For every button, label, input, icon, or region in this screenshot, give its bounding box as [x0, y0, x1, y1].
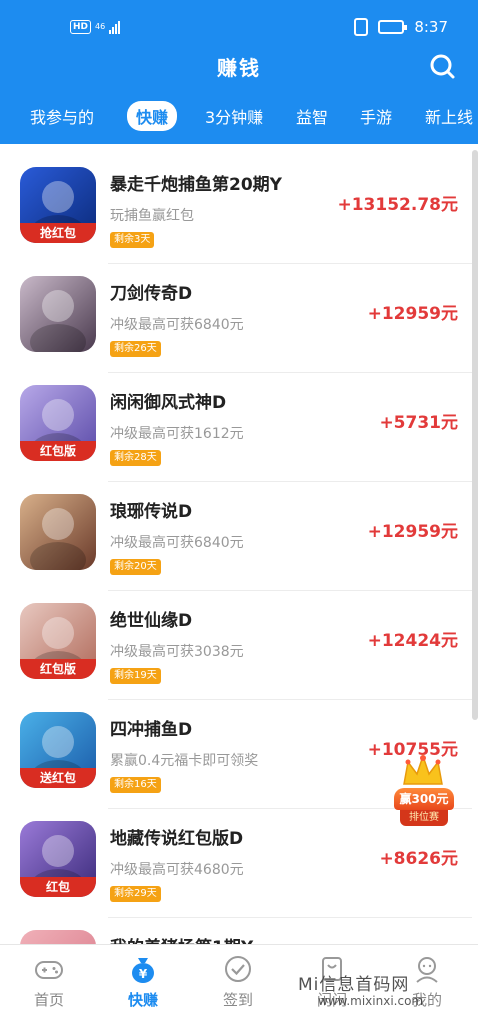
game-row[interactable]: 琅琊传说D 冲级最高可获6840元 剩余20天 +12959元	[0, 482, 472, 591]
shikigami-game-icon: 红包版	[20, 385, 96, 461]
svg-text:¥: ¥	[139, 967, 148, 981]
icon-ribbon: 红包版	[20, 659, 96, 679]
scrollbar[interactable]	[472, 150, 478, 720]
reward-amount: +12959元	[367, 522, 458, 542]
game-description: 冲级最高可获4680元	[110, 862, 244, 878]
game-name: 地藏传说红包版D	[110, 829, 244, 849]
icon-ribbon: 送红包	[20, 768, 96, 788]
signal-icon	[109, 20, 121, 34]
days-remaining-badge: 剩余20天	[110, 559, 161, 575]
tab-mobile-games[interactable]: 手游	[360, 104, 392, 128]
game-description: 冲级最高可获1612元	[110, 426, 244, 442]
icon-ribbon: 抢红包	[20, 223, 96, 243]
game-row[interactable]: 红包版 闲闲御风式神D 冲级最高可获1612元 剩余28天 +5731元	[0, 373, 472, 482]
shark-game-icon: 送红包	[20, 712, 96, 788]
nav-checkin-label: 签到	[222, 991, 253, 1009]
game-name: 闲闲御风式神D	[110, 393, 227, 413]
search-icon	[430, 54, 455, 79]
game-name: 刀剑传奇D	[110, 284, 193, 304]
gamepad-icon	[35, 961, 63, 979]
nav-quick-earn-label: 快赚	[127, 991, 158, 1009]
game-row[interactable]: 我的养猪场第1期Y	[0, 918, 472, 945]
reward-amount: +12959元	[367, 304, 458, 324]
watermark-title: Mi信息首码网	[298, 975, 410, 995]
game-row[interactable]: 刀剑传奇D 冲级最高可获6840元 剩余26天 +12959元	[0, 264, 472, 373]
days-remaining-badge: 剩余16天	[110, 777, 161, 793]
checkmark-icon	[225, 956, 251, 982]
status-bar: HD 46 8:37	[0, 14, 478, 44]
game-name: 四冲捕鱼D	[110, 720, 193, 740]
game-description: 冲级最高可获3038元	[110, 644, 244, 660]
game-name: 暴走千炮捕鱼第20期Y	[110, 175, 282, 195]
days-remaining-badge: 剩余19天	[110, 668, 161, 684]
game-row[interactable]: 红包版 绝世仙缘D 冲级最高可获3038元 剩余19天 +12424元	[0, 591, 472, 700]
game-description: 冲级最高可获6840元	[110, 535, 244, 551]
battery-icon	[378, 20, 408, 34]
game-row[interactable]: 抢红包 暴走千炮捕鱼第20期Y 玩捕鱼赢红包 剩余3天 +13152.78元	[0, 155, 472, 264]
hd-indicator: HD	[70, 20, 92, 34]
icon-ribbon: 红包版	[20, 441, 96, 461]
reward-amount: +13152.78元	[337, 195, 458, 215]
game-name: 绝世仙缘D	[110, 611, 193, 631]
page-title: 赚钱	[217, 56, 261, 80]
nav-checkin[interactable]: 签到	[203, 953, 273, 1010]
reward-amount: +8626元	[379, 849, 458, 869]
prize-amount: 赢300元	[394, 788, 454, 810]
legend-game-icon	[20, 494, 96, 570]
network-type: 46	[95, 22, 106, 31]
nav-quick-earn[interactable]: ¥ 快赚	[108, 953, 178, 1010]
game-description: 累赢0.4元福卡即可领奖	[110, 753, 259, 769]
days-remaining-badge: 剩余29天	[110, 886, 161, 902]
ranking-label: 排位赛	[400, 810, 448, 826]
fairy-game-icon: 红包版	[20, 603, 96, 679]
category-tabs: 我参与的 快赚 3分钟赚 益智 手游 新上线	[0, 100, 478, 134]
fish-game-icon: 抢红包	[20, 167, 96, 243]
reward-amount: +5731元	[379, 413, 458, 433]
watermark-url: www.mixinxi.com	[318, 994, 424, 1008]
money-bag-icon: ¥	[132, 958, 154, 983]
nav-home-label: 首页	[33, 991, 64, 1009]
game-name: 琅琊传说D	[110, 502, 193, 522]
tab-quick-earn[interactable]: 快赚	[127, 101, 178, 131]
search-button[interactable]	[428, 52, 456, 80]
crown-icon	[403, 754, 443, 785]
days-remaining-badge: 剩余28天	[110, 450, 161, 466]
game-description: 玩捕鱼赢红包	[110, 208, 194, 224]
pig-farm-game-icon	[20, 930, 96, 945]
tab-new-releases[interactable]: 新上线	[425, 104, 473, 128]
top-bar: HD 46 8:37 赚钱 我参与的 快赚 3分钟赚 益智 手游 新上线	[0, 0, 478, 144]
nav-home[interactable]: 首页	[14, 953, 84, 1010]
icon-ribbon: 红包	[20, 877, 96, 897]
ranking-contest-button[interactable]: 赢300元 排位赛	[388, 754, 458, 834]
reward-amount: +12424元	[367, 631, 458, 651]
tab-puzzle[interactable]: 益智	[296, 104, 328, 128]
tab-three-minutes[interactable]: 3分钟赚	[205, 104, 263, 128]
deity-game-icon: 红包	[20, 821, 96, 897]
days-remaining-badge: 剩余26天	[110, 341, 161, 357]
swordsman-game-icon	[20, 276, 96, 352]
game-description: 冲级最高可获6840元	[110, 317, 244, 333]
clock: 8:37	[414, 18, 448, 36]
profile-icon	[416, 957, 438, 983]
days-remaining-badge: 剩余3天	[110, 232, 155, 248]
tab-participated[interactable]: 我参与的	[30, 104, 94, 128]
vibrate-icon	[354, 18, 369, 36]
